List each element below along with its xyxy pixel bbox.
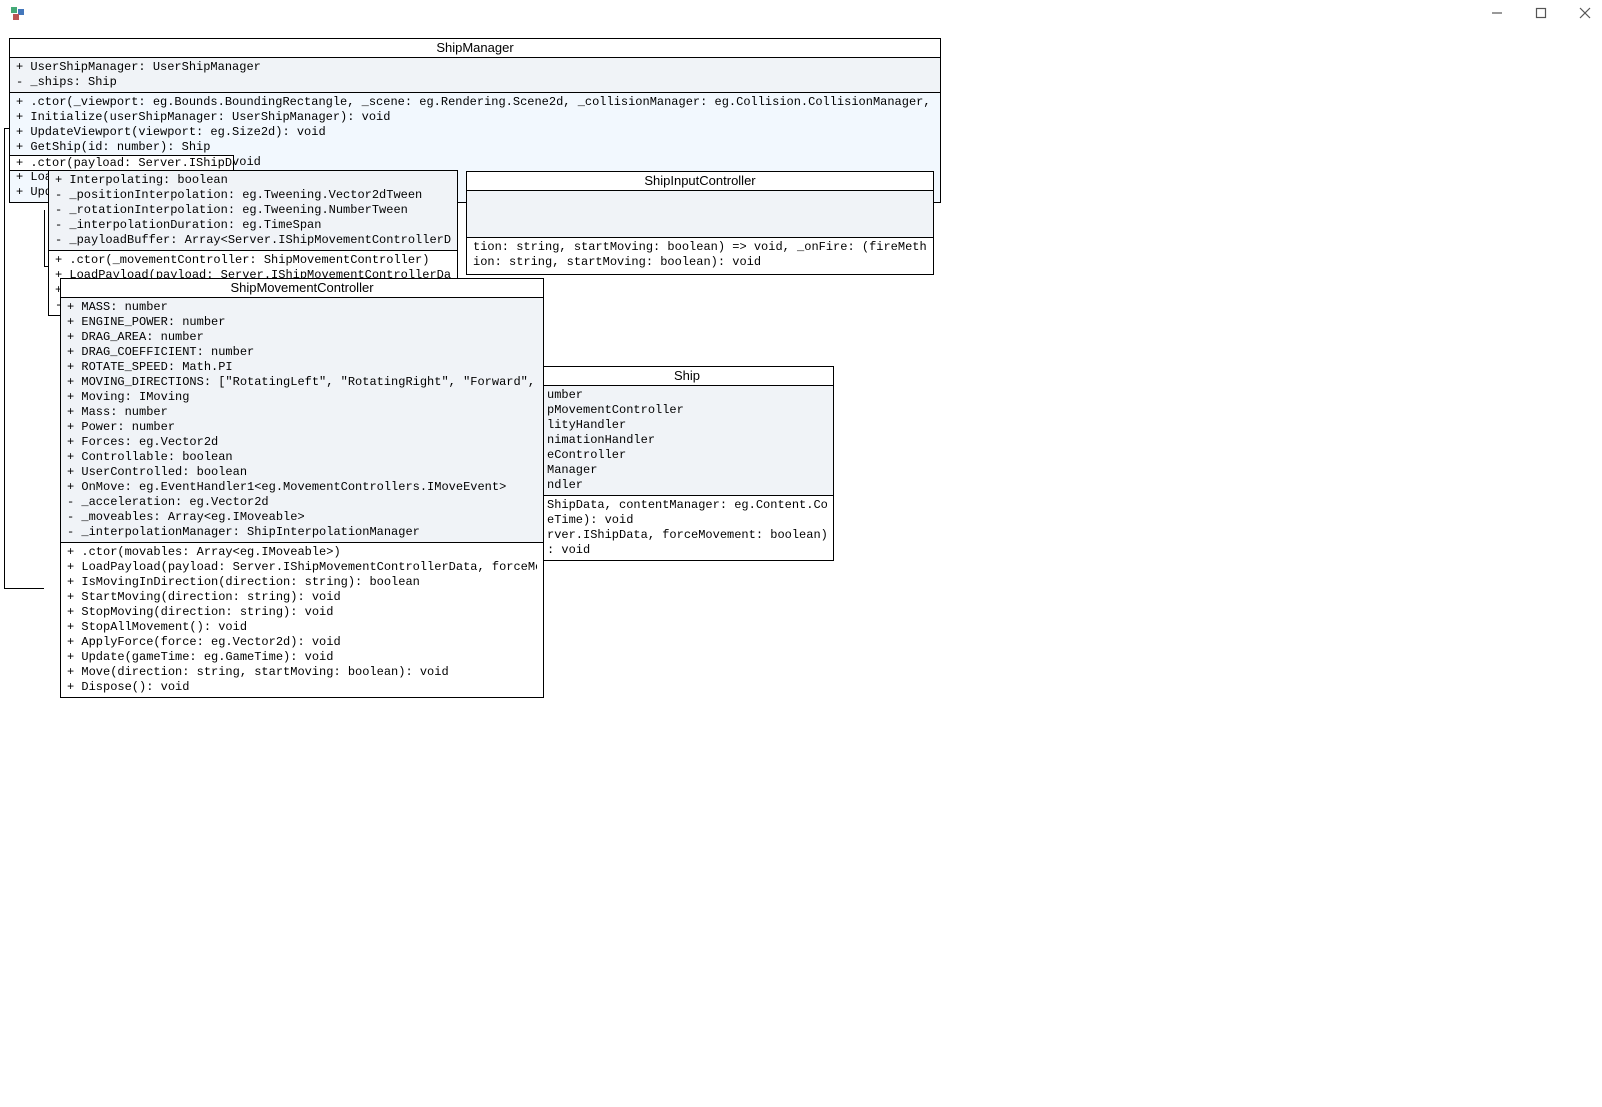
attr: pMovementController (547, 403, 827, 418)
class-attributes: + Interpolating: boolean - _positionInte… (49, 171, 457, 251)
attr: umber (547, 388, 827, 403)
ctor-strip[interactable]: + .ctor(payload: Server.IShipData) (9, 155, 234, 171)
shipinputcontroller-class[interactable]: ShipInputController tion: string, startM… (466, 171, 934, 275)
attr: + DRAG_COEFFICIENT: number (67, 345, 537, 360)
attr: - _acceleration: eg.Vector2d (67, 495, 537, 510)
class-methods: + .ctor(movables: Array<eg.IMoveable>) +… (61, 543, 543, 697)
minimize-icon[interactable] (1490, 6, 1504, 20)
attr: + MASS: number (67, 300, 537, 315)
attr: eController (547, 448, 827, 463)
method: + StartMoving(direction: string): void (67, 590, 537, 605)
method: ShipData, contentManager: eg.Content.Con… (547, 498, 827, 513)
class-methods: ShipData, contentManager: eg.Content.Con… (541, 496, 833, 560)
class-attributes: + MASS: number + ENGINE_POWER: number + … (61, 298, 543, 543)
diagram-canvas: ShipManager + UserShipManager: UserShipM… (4, 30, 1598, 1103)
attr: + Forces: eg.Vector2d (67, 435, 537, 450)
method: eTime): void (547, 513, 827, 528)
class-title: ShipManager (10, 39, 940, 58)
attr: + UserControlled: boolean (67, 465, 537, 480)
method: + UpdateViewport(viewport: eg.Size2d): v… (16, 125, 934, 140)
class-attributes: umber pMovementController lityHandler ni… (541, 386, 833, 496)
attr: - _rotationInterpolation: eg.Tweening.Nu… (55, 203, 451, 218)
attr: ndler (547, 478, 827, 493)
method: + Dispose(): void (67, 680, 537, 695)
window-controls (1490, 6, 1592, 20)
attr: + Power: number (67, 420, 537, 435)
method: + .ctor(payload: Server.IShipData) (10, 156, 233, 171)
attr: + MOVING_DIRECTIONS: ["RotatingLeft", "R… (67, 375, 537, 390)
attr: + Controllable: boolean (67, 450, 537, 465)
attr: + UserShipManager: UserShipManager (16, 60, 934, 75)
method: + StopMoving(direction: string): void (67, 605, 537, 620)
class-methods: tion: string, startMoving: boolean) => v… (467, 238, 933, 274)
method: + IsMovingInDirection(direction: string)… (67, 575, 537, 590)
method: + LoadPayload(payload: Server.IShipMovem… (67, 560, 537, 575)
method: rver.IShipData, forceMovement: boolean):… (547, 528, 827, 543)
attr: + OnMove: eg.EventHandler1<eg.MovementCo… (67, 480, 537, 495)
attr: lityHandler (547, 418, 827, 433)
method: + GetShip(id: number): Ship (16, 140, 934, 155)
attr: - _ships: Ship (16, 75, 934, 90)
method: ion: string, startMoving: boolean): void (473, 255, 927, 270)
class-title: ShipInputController (467, 172, 933, 191)
app-icon (10, 6, 26, 22)
class-attributes (467, 191, 933, 238)
method: + Move(direction: string, startMoving: b… (67, 665, 537, 680)
method: + .ctor(_viewport: eg.Bounds.BoundingRec… (16, 95, 934, 110)
edge (4, 128, 5, 588)
attr: - _moveables: Array<eg.IMoveable> (67, 510, 537, 525)
method: : void (547, 543, 827, 558)
class-attributes: + UserShipManager: UserShipManager - _sh… (10, 58, 940, 93)
attr: + Mass: number (67, 405, 537, 420)
attr: + Interpolating: boolean (55, 173, 451, 188)
attr: - _interpolationManager: ShipInterpolati… (67, 525, 537, 540)
method: + Initialize(userShipManager: UserShipMa… (16, 110, 934, 125)
shipmovementcontroller-class[interactable]: ShipMovementController + MASS: number + … (60, 278, 544, 698)
close-icon[interactable] (1578, 6, 1592, 20)
maximize-icon[interactable] (1534, 6, 1548, 20)
attr: + ROTATE_SPEED: Math.PI (67, 360, 537, 375)
method: + .ctor(movables: Array<eg.IMoveable>) (67, 545, 537, 560)
attr: nimationHandler (547, 433, 827, 448)
attr: Manager (547, 463, 827, 478)
class-title: Ship (541, 367, 833, 386)
class-title: ShipMovementController (61, 279, 543, 298)
method: tion: string, startMoving: boolean) => v… (473, 240, 927, 255)
method: + StopAllMovement(): void (67, 620, 537, 635)
method: + Update(gameTime: eg.GameTime): void (67, 650, 537, 665)
edge (4, 588, 44, 589)
attr: + ENGINE_POWER: number (67, 315, 537, 330)
attr: + Moving: IMoving (67, 390, 537, 405)
attr: + DRAG_AREA: number (67, 330, 537, 345)
method: + ApplyForce(force: eg.Vector2d): void (67, 635, 537, 650)
ship-class[interactable]: Ship umber pMovementController lityHandl… (540, 366, 834, 561)
attr: - _payloadBuffer: Array<Server.IShipMove… (55, 233, 451, 248)
edge (44, 210, 45, 266)
attr: - _interpolationDuration: eg.TimeSpan (55, 218, 451, 233)
attr: - _positionInterpolation: eg.Tweening.Ve… (55, 188, 451, 203)
method: + .ctor(_movementController: ShipMovemen… (55, 253, 451, 268)
